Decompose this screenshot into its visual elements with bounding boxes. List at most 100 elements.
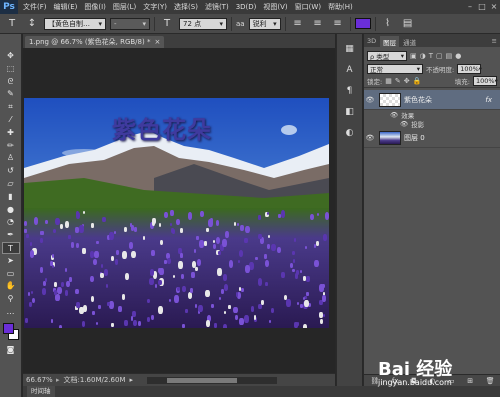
tab-channels[interactable]: 通道	[400, 36, 419, 47]
close-tab-icon[interactable]: ×	[154, 38, 160, 46]
layer-row-text[interactable]: 👁 紫色花朵 fx	[364, 90, 500, 110]
path-select-tool-icon[interactable]: ➤	[2, 255, 20, 267]
filter-toggle-icon[interactable]: ●	[455, 52, 461, 60]
visibility-eye-icon[interactable]: 👁	[364, 134, 376, 142]
paragraph-panel-icon[interactable]: ¶	[341, 84, 359, 98]
font-size-icon: T	[163, 17, 171, 29]
visibility-eye-icon[interactable]: 👁	[400, 120, 408, 128]
chevron-down-icon: ▾	[219, 19, 223, 28]
chevron-down-icon: ▾	[400, 51, 404, 60]
stamp-tool-icon[interactable]: ♙	[2, 152, 20, 164]
maximize-icon[interactable]: □	[476, 2, 488, 12]
scrollbar-thumb[interactable]	[167, 377, 237, 383]
fill-input[interactable]: 100% ▾	[473, 76, 498, 86]
color-swatches[interactable]	[1, 321, 21, 343]
character-panel-icon[interactable]: ▤	[400, 17, 416, 31]
menu-select[interactable]: 选择(S)	[174, 2, 198, 12]
layer-kind-filter[interactable]: ρ 类型 ▾	[367, 50, 407, 61]
visibility-eye-icon[interactable]: 👁	[364, 96, 376, 104]
pen-tool-icon[interactable]: ✒	[2, 229, 20, 241]
lock-transparent-icon[interactable]: ▦	[385, 77, 392, 85]
tab-layers[interactable]: 图层	[380, 36, 400, 47]
opacity-input[interactable]: 100% ▾	[457, 63, 482, 74]
font-size-select[interactable]: 72 点 ▾	[179, 17, 227, 30]
move-tool-icon[interactable]: ✥	[2, 50, 20, 62]
gradient-tool-icon[interactable]: ▮	[2, 191, 20, 203]
shape-tool-icon[interactable]: ▭	[2, 268, 20, 280]
filter-adjust-icon[interactable]: ◑	[420, 52, 426, 60]
quick-select-tool-icon[interactable]: ✎	[2, 88, 20, 100]
warp-text-icon[interactable]: ⌇	[380, 17, 396, 31]
align-right-icon[interactable]: ≡	[330, 17, 346, 31]
dodge-tool-icon[interactable]: ◔	[2, 216, 20, 228]
document-tab[interactable]: 1.png @ 66.7% (紫色花朵, RGB/8) * ×	[25, 36, 165, 48]
fx-icon[interactable]: fx	[485, 96, 492, 104]
blend-mode-select[interactable]: 正常 ▾	[367, 63, 423, 74]
history-panel-icon[interactable]: ▦	[341, 42, 359, 56]
menu-layer[interactable]: 图层(L)	[113, 2, 136, 12]
character-panel-icon[interactable]: A	[341, 63, 359, 77]
antialias-select[interactable]: 锐利 ▾	[248, 17, 281, 30]
align-center-icon[interactable]: ≡	[310, 17, 326, 31]
timeline-tab[interactable]: 时间轴	[27, 386, 55, 397]
blur-tool-icon[interactable]: ●	[2, 204, 20, 216]
zoom-level[interactable]: 66.67%	[26, 376, 56, 384]
layer-row-image[interactable]: 👁 图层 0	[364, 128, 500, 148]
canvas-title-text[interactable]: 紫色花朵	[112, 110, 212, 145]
drop-shadow-row[interactable]: 👁 投影	[364, 119, 500, 129]
font-family-select[interactable]: 【黄色自制… ▾	[44, 17, 106, 30]
lasso-tool-icon[interactable]: ᘓ	[2, 76, 20, 88]
menu-image[interactable]: 图像(I)	[84, 2, 106, 12]
status-menu-icon[interactable]: ▸	[129, 376, 133, 384]
menu-view[interactable]: 视图(V)	[263, 2, 287, 12]
tab-3d[interactable]: 3D	[364, 36, 379, 47]
visibility-eye-icon[interactable]: 👁	[390, 111, 398, 119]
close-icon[interactable]: ×	[488, 2, 500, 12]
delete-layer-icon[interactable]: 🗑	[486, 377, 495, 385]
lock-position-icon[interactable]: ✥	[404, 77, 410, 85]
filter-pixel-icon[interactable]: ▣	[410, 52, 417, 60]
menu-filter[interactable]: 滤镜(T)	[205, 2, 229, 12]
history-brush-icon[interactable]: ↺	[2, 165, 20, 177]
layer-name[interactable]: 紫色花朵	[404, 95, 432, 105]
filter-smart-icon[interactable]: ▤	[446, 52, 453, 60]
document-canvas[interactable]: 紫色花朵	[24, 98, 329, 328]
menu-edit[interactable]: 编辑(E)	[54, 2, 78, 12]
align-left-icon[interactable]: ≡	[290, 17, 306, 31]
crop-tool-icon[interactable]: ⌗	[2, 101, 20, 113]
minimize-icon[interactable]: –	[464, 2, 476, 12]
effects-row[interactable]: 👁 效果	[364, 110, 500, 120]
menu-help[interactable]: 帮助(H)	[328, 2, 353, 12]
menu-file[interactable]: 文件(F)	[23, 2, 47, 12]
menu-type[interactable]: 文字(Y)	[143, 2, 167, 12]
menu-3d[interactable]: 3D(D)	[236, 3, 257, 11]
quick-mask-icon[interactable]: ◙	[2, 344, 20, 356]
menu-window[interactable]: 窗口(W)	[295, 2, 321, 12]
filter-shape-icon[interactable]: ▢	[436, 52, 443, 60]
properties-panel-icon[interactable]: ◧	[341, 105, 359, 119]
type-tool-icon[interactable]: T	[4, 17, 20, 31]
menu-bar: Ps 文件(F) 编辑(E) 图像(I) 图层(L) 文字(Y) 选择(S) 滤…	[0, 0, 500, 14]
lock-row: 锁定: ▦ ✎ ✥ 🔒 填充: 100% ▾	[364, 75, 500, 88]
font-style-select[interactable]: - ▾	[110, 17, 150, 30]
marquee-tool-icon[interactable]: ⬚	[2, 63, 20, 75]
hand-tool-icon[interactable]: ✋	[2, 280, 20, 292]
lock-all-icon[interactable]: 🔒	[413, 77, 422, 85]
zoom-tool-icon[interactable]: ⚲	[2, 293, 20, 305]
healing-tool-icon[interactable]: ✚	[2, 127, 20, 139]
orientation-toggle-icon[interactable]: ↕	[24, 17, 40, 31]
eraser-tool-icon[interactable]: ▱	[2, 178, 20, 190]
eyedropper-tool-icon[interactable]: ⁄	[2, 114, 20, 126]
brush-tool-icon[interactable]: ✏	[2, 140, 20, 152]
panel-menu-icon[interactable]: ≡	[489, 36, 500, 47]
more-tools-icon[interactable]: …	[2, 306, 20, 318]
lock-image-icon[interactable]: ✎	[395, 77, 401, 85]
horizontal-scrollbar[interactable]	[147, 376, 277, 384]
text-color-swatch[interactable]	[354, 18, 371, 29]
layer-name[interactable]: 图层 0	[404, 133, 425, 143]
type-tool-icon[interactable]: T	[1, 241, 20, 254]
adjustments-panel-icon[interactable]: ◐	[341, 126, 359, 140]
filter-type-icon[interactable]: T	[429, 52, 433, 60]
new-layer-icon[interactable]: ⊞	[467, 377, 473, 385]
foreground-color-swatch[interactable]	[2, 322, 14, 334]
